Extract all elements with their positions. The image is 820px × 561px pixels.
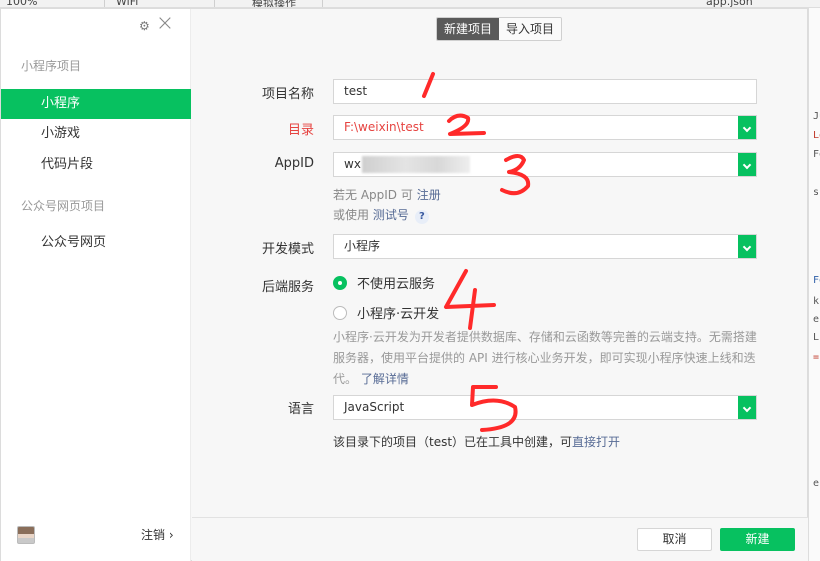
code-fragment: ec: [813, 478, 820, 489]
zoom-text: 100%: [6, 0, 38, 8]
simulate-text: 模拟操作: [252, 0, 296, 8]
dev-mode-value: 小程序: [344, 239, 381, 253]
register-link[interactable]: 注册: [417, 188, 441, 202]
avatar[interactable]: [17, 526, 35, 544]
language-label: 语言: [287, 402, 314, 417]
test-account-link[interactable]: 测试号: [373, 208, 409, 222]
backend-label: 后端服务: [261, 280, 314, 295]
radio-no-cloud[interactable]: 不使用云服务: [333, 273, 435, 292]
logout-label: 注销: [141, 528, 166, 542]
code-fragment: Lo: [813, 130, 820, 141]
tab-new-project[interactable]: 新建项目: [437, 18, 500, 40]
chevron-down-icon[interactable]: [738, 396, 756, 419]
file-tab-text: app.json: [706, 0, 753, 8]
language-select[interactable]: JavaScript: [333, 395, 757, 420]
new-project-dialog: ⚙ × 小程序项目 小程序 小游戏 代码片段 公众号网页项目 公众号网页 注销 ›…: [0, 8, 808, 561]
gear-icon[interactable]: ⚙: [139, 19, 150, 33]
project-type-tabs: 新建项目 导入项目: [436, 17, 563, 41]
section-title-miniprogram: 小程序项目: [21, 59, 82, 73]
sidebar-item-minigame[interactable]: 小游戏: [1, 119, 191, 149]
chevron-down-icon[interactable]: [738, 235, 756, 258]
code-fragment: Fo: [813, 275, 820, 286]
main-panel: 新建项目 导入项目 项目名称 test 目录 F:\weixin\test Ap…: [192, 9, 808, 517]
sidebar-footer: 注销 ›: [1, 516, 191, 561]
sidebar-item-miniprogram[interactable]: 小程序: [1, 89, 191, 119]
dev-mode-label: 开发模式: [261, 242, 314, 257]
code-fragment: k: [813, 296, 820, 307]
directory-label: 目录: [287, 123, 314, 138]
radio-cloud-dev[interactable]: 小程序·云开发: [333, 303, 439, 322]
dialog-footer: 取消 新建: [192, 517, 808, 561]
redacted-appid: [362, 156, 470, 173]
close-icon[interactable]: ×: [156, 11, 174, 36]
appid-select[interactable]: wx: [333, 152, 757, 177]
code-fragment: L: [813, 332, 820, 343]
directory-select[interactable]: F:\weixin\test: [333, 115, 757, 140]
sidebar: ⚙ × 小程序项目 小程序 小游戏 代码片段 公众号网页项目 公众号网页 注销 ›: [1, 9, 191, 561]
radio-unchecked-icon[interactable]: [333, 305, 347, 320]
code-fragment: Ju: [813, 111, 820, 122]
test-account-hint: 或使用 测试号?: [333, 206, 429, 224]
chevron-down-icon[interactable]: [738, 116, 756, 139]
cancel-button[interactable]: 取消: [637, 528, 712, 551]
dev-mode-select[interactable]: 小程序: [333, 234, 757, 259]
help-icon[interactable]: ?: [414, 210, 429, 224]
radio-cloud-dev-label: 小程序·云开发: [357, 307, 440, 322]
language-value: JavaScript: [344, 400, 405, 414]
cloud-description: 小程序·云开发为开发者提供数据库、存储和云函数等完善的云端支持。无需搭建服务器，…: [333, 327, 763, 390]
project-name-value: test: [344, 84, 368, 98]
tab-import-project[interactable]: 导入项目: [499, 18, 562, 40]
appid-hint-text: 若无 AppID 可: [333, 188, 413, 202]
chevron-right-icon: ›: [168, 528, 174, 542]
directory-value: F:\weixin\test: [344, 120, 424, 134]
project-name-label: 项目名称: [261, 87, 314, 102]
radio-no-cloud-label: 不使用云服务: [357, 277, 436, 292]
learn-more-link[interactable]: 了解详情: [361, 372, 409, 386]
logout-button[interactable]: 注销 ›: [141, 526, 174, 543]
create-button[interactable]: 新建: [720, 528, 795, 551]
appid-value: wx: [344, 157, 361, 171]
code-fragment: Fo: [813, 149, 820, 160]
test-account-hint-text: 或使用: [333, 208, 370, 222]
project-name-input[interactable]: test: [333, 79, 757, 104]
radio-checked-icon[interactable]: [333, 275, 347, 290]
code-fragment: =: [813, 352, 820, 363]
code-fragment: ec: [813, 314, 820, 325]
sidebar-item-official-web[interactable]: 公众号网页: [1, 228, 191, 258]
existing-project-note-text: 该目录下的项目（test）已在工具中创建，可: [333, 435, 573, 449]
existing-project-note: 该目录下的项目（test）已在工具中创建，可直接打开: [333, 433, 620, 450]
appid-hint: 若无 AppID 可 注册: [333, 186, 441, 203]
chevron-down-icon[interactable]: [738, 153, 756, 176]
section-title-official-web: 公众号网页项目: [21, 199, 106, 213]
background-toolbar: 100% WiFi 模拟操作 app.json: [0, 0, 820, 8]
sidebar-top-icons: ⚙ ×: [139, 13, 174, 35]
open-directly-link[interactable]: 直接打开: [572, 435, 620, 449]
code-fragment: s: [813, 187, 820, 198]
network-text: WiFi: [116, 0, 139, 8]
background-editor: Ju Lo Fo s Fo k ec L = ec: [808, 8, 820, 561]
sidebar-item-code-snippet[interactable]: 代码片段: [1, 150, 191, 180]
appid-label: AppID: [274, 156, 314, 171]
